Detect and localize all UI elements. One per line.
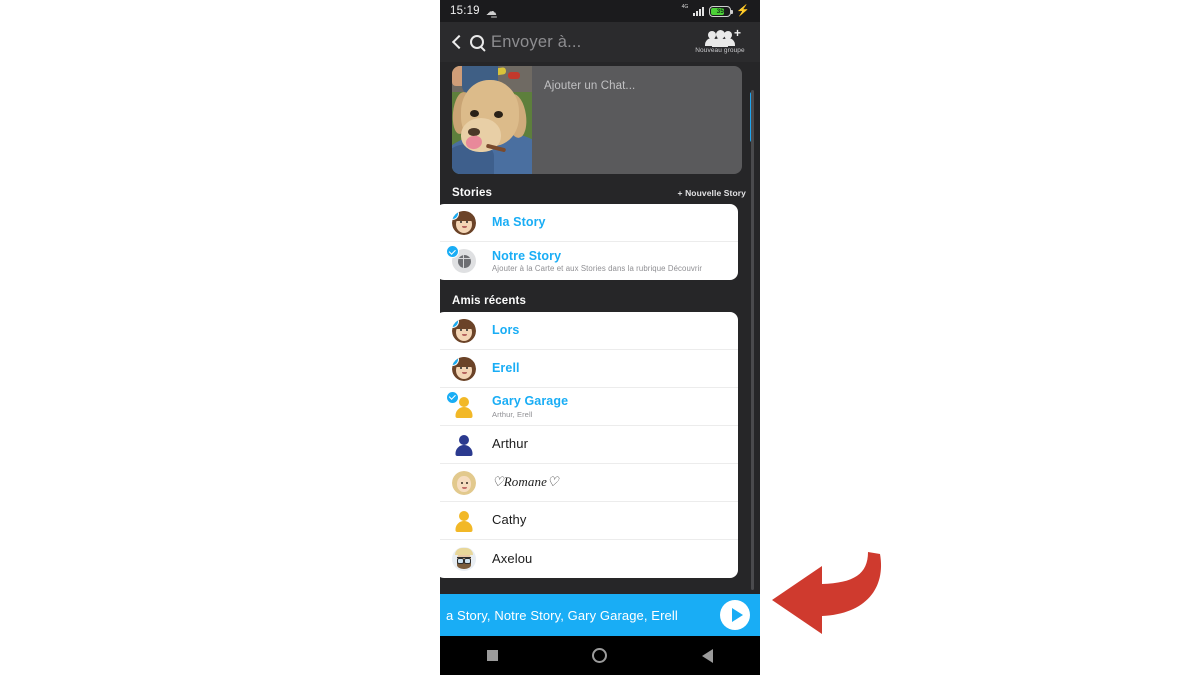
list-item-texts: Arthur: [492, 436, 529, 452]
stories-card: Ma Story Notre Story Ajouter à la Carte …: [440, 204, 738, 280]
chat-input-zone[interactable]: Ajouter un Chat...: [532, 66, 742, 174]
group-add-icon: +: [700, 27, 741, 47]
dog-photo-thumbnail: [452, 66, 532, 174]
avatar: [446, 245, 476, 273]
triangle-back-icon[interactable]: [701, 648, 713, 663]
search-input[interactable]: Envoyer à...: [491, 33, 581, 52]
list-item[interactable]: Gary Garage Arthur, Erell: [440, 388, 738, 426]
list-item-subtitle: Ajouter à la Carte et aux Stories dans l…: [492, 264, 703, 274]
list-item-subtitle: Arthur, Erell: [492, 409, 533, 419]
android-nav-bar: [440, 636, 760, 675]
network-type-label: 4G: [681, 3, 689, 10]
new-group-label: Nouveau groupe: [695, 47, 745, 54]
chevron-left-icon[interactable]: [448, 34, 464, 50]
search-icon: [470, 35, 484, 49]
chat-preview-card[interactable]: Ajouter un Chat...: [452, 66, 742, 174]
list-item[interactable]: Ma Story: [440, 204, 738, 242]
signal-bars-icon: [693, 6, 705, 16]
screenshot-canvas: 15:19 ☁̲ 4G 35 ⚡ Envoyer à... + Nouveau …: [0, 0, 1200, 675]
list-item[interactable]: ♡Romane♡: [440, 464, 738, 502]
selected-check-badge: [446, 390, 459, 404]
search-bar[interactable]: Envoyer à...: [470, 33, 688, 52]
list-item-name: Lors: [492, 323, 520, 338]
list-item-texts: Gary Garage Arthur, Erell: [492, 394, 568, 418]
bell-off-icon: ☁̲: [485, 5, 497, 18]
send-arrow-icon: [731, 608, 743, 622]
list-item-texts: Cathy: [492, 512, 527, 528]
phone-screen: 15:19 ☁̲ 4G 35 ⚡ Envoyer à... + Nouveau …: [440, 0, 760, 675]
avatar: [452, 470, 476, 495]
list-item-name: Cathy: [492, 512, 527, 528]
avatar: [446, 390, 476, 419]
send-button[interactable]: [720, 600, 750, 630]
list-item-name: Arthur: [492, 436, 529, 452]
scrollbar-track[interactable]: [751, 90, 754, 590]
avatar: [452, 547, 476, 571]
avatar: [452, 356, 476, 381]
bolt-icon: ⚡: [736, 4, 750, 17]
list-item-texts: Notre Story Ajouter à la Carte et aux St…: [492, 249, 702, 273]
list-item-texts: Axelou: [492, 550, 533, 567]
list-item-name: Gary Garage: [492, 394, 569, 409]
battery-icon: 35: [709, 5, 734, 17]
battery-level-label: 35: [716, 7, 724, 15]
send-bar: a Story, Notre Story, Gary Garage, Erell: [440, 594, 760, 636]
list-item-texts: Ma Story: [492, 215, 546, 229]
status-time: 15:19: [450, 5, 480, 17]
send-to-list: Ajouter un Chat... Stories + Nouvelle St…: [440, 62, 760, 594]
circle-icon[interactable]: [592, 648, 608, 663]
app-header: Envoyer à... + Nouveau groupe: [440, 22, 760, 62]
selected-check-badge: [446, 245, 459, 258]
stories-section-header: Stories + Nouvelle Story: [440, 182, 760, 204]
list-item-name: Notre Story: [492, 248, 562, 263]
list-item[interactable]: Arthur: [440, 426, 738, 464]
new-story-button[interactable]: + Nouvelle Story: [678, 188, 746, 198]
status-bar-right: 4G 35 ⚡: [681, 3, 750, 17]
avatar: [452, 509, 476, 533]
list-item-name: Erell: [492, 361, 520, 376]
avatar: [452, 433, 476, 457]
list-item-texts: Lors: [492, 323, 520, 337]
friends-section-header: Amis récents: [440, 290, 760, 312]
add-chat-input[interactable]: Ajouter un Chat...: [544, 80, 635, 92]
list-item[interactable]: Erell: [440, 350, 738, 388]
new-group-button[interactable]: + Nouveau groupe: [688, 27, 752, 54]
list-item[interactable]: Cathy: [440, 502, 738, 540]
friends-card: Lors Erell Gary Garage Arthur, Erell Art…: [440, 312, 738, 578]
list-item[interactable]: Lors: [440, 312, 738, 350]
list-item-name: Ma Story: [492, 215, 546, 230]
curved-arrow-left-icon: [772, 552, 882, 634]
list-item[interactable]: Notre Story Ajouter à la Carte et aux St…: [440, 242, 738, 280]
square-icon[interactable]: [487, 650, 499, 661]
avatar: [452, 318, 476, 343]
selected-recipients-label: a Story, Notre Story, Gary Garage, Erell: [446, 607, 678, 623]
list-item-texts: Erell: [492, 361, 520, 375]
list-item[interactable]: Axelou: [440, 540, 738, 578]
stories-title: Stories: [452, 187, 493, 199]
list-item-name: ♡Romane♡: [492, 474, 559, 490]
status-bar: 15:19 ☁̲ 4G 35 ⚡: [440, 0, 760, 22]
friends-title: Amis récents: [452, 295, 527, 307]
list-item-texts: ♡Romane♡: [492, 474, 559, 490]
list-item-name: Axelou: [492, 550, 533, 566]
status-bar-left: 15:19 ☁̲: [450, 5, 497, 18]
avatar: [452, 210, 476, 235]
